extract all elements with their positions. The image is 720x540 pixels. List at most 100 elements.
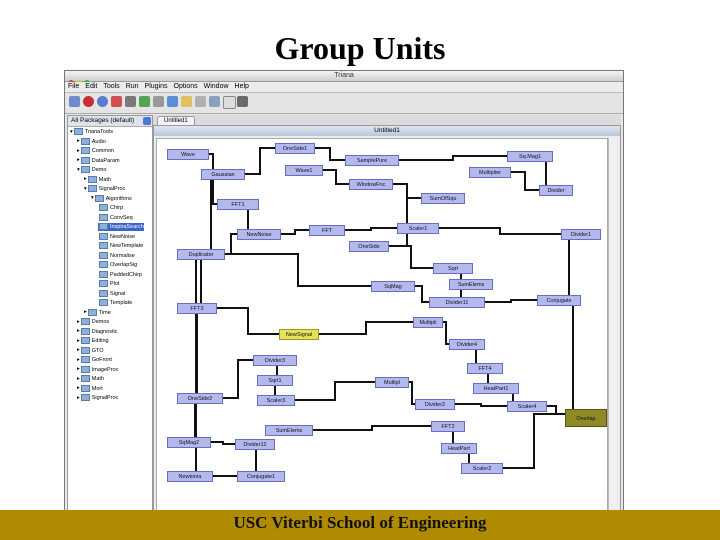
collapse-arrow-icon[interactable]: ▸ — [77, 376, 80, 382]
collapse-arrow-icon[interactable]: ▸ — [84, 176, 87, 182]
unit-oneside1[interactable]: OneSide1 — [275, 143, 315, 154]
paste-icon[interactable] — [181, 96, 192, 107]
collapse-arrow-icon[interactable]: ▸ — [77, 385, 80, 391]
tree-item[interactable]: ▸ Mort — [77, 384, 103, 393]
unit-heatpart1[interactable]: HeatPart1 — [473, 383, 519, 394]
tab-untitled1[interactable]: Untitled1 — [157, 116, 195, 125]
tree-item[interactable]: ▸ Diagnostic — [77, 327, 117, 336]
menu-help[interactable]: Help — [232, 82, 252, 92]
unit-sqrt[interactable]: Sqrt — [433, 263, 473, 274]
connection-wire[interactable] — [547, 405, 565, 415]
unit-conjugate[interactable]: Conjugate — [537, 295, 581, 306]
collapse-arrow-icon[interactable]: ▸ — [77, 319, 80, 325]
connection-wire[interactable] — [485, 299, 537, 303]
connection-wire[interactable] — [225, 233, 237, 255]
menu-window[interactable]: Window — [201, 82, 232, 92]
collapse-arrow-icon[interactable]: ▸ — [77, 357, 80, 363]
tree-item[interactable]: ▸ Demos — [77, 318, 109, 326]
unit-newtonia[interactable]: Newtonia — [167, 471, 213, 482]
zoom-icon[interactable] — [223, 96, 236, 109]
connection-wire[interactable] — [349, 197, 465, 247]
unit-windowfnc[interactable]: WindowFnc — [349, 179, 393, 190]
connection-wire[interactable] — [455, 403, 507, 407]
workflow-canvas[interactable]: Wave Gaussian FFT1 OneSide1 Wave1 SamplePure W… — [156, 138, 608, 512]
tree-item[interactable]: ▸ Common — [77, 147, 114, 155]
unit-wave[interactable]: Wave — [167, 149, 209, 160]
help-icon[interactable] — [237, 96, 248, 107]
unit-newsignal[interactable]: NewSignal — [279, 329, 319, 340]
unit-samplepure[interactable]: SamplePure — [345, 155, 399, 166]
collapse-arrow-icon[interactable]: ▸ — [77, 138, 80, 144]
connection-wire[interactable] — [389, 245, 433, 269]
connection-wire[interactable] — [399, 155, 507, 161]
connection-wire[interactable] — [313, 425, 431, 431]
connection-wire[interactable] — [439, 227, 561, 235]
tree-item[interactable]: NewTemplate — [98, 242, 143, 250]
connection-wire[interactable] — [245, 147, 275, 175]
unit-multiplier[interactable]: Multiplier — [469, 167, 511, 178]
package-selector[interactable]: All Packages (default) — [68, 116, 152, 127]
unit-fft3[interactable]: FFT3 — [177, 303, 217, 314]
unit-duplicator[interactable]: Duplicator — [177, 249, 225, 260]
menu-edit[interactable]: Edit — [82, 82, 100, 92]
connection-wire[interactable] — [281, 229, 309, 235]
tree-item[interactable]: ▸ ImageProc — [77, 365, 118, 374]
unit-divider[interactable]: Divider — [539, 185, 573, 196]
unit-scaler1[interactable]: Scaler1 — [397, 223, 439, 234]
tree-item[interactable]: ▾ Demo — [77, 166, 106, 174]
unit-fft2[interactable]: FFT2 — [431, 421, 465, 432]
unit-fft1[interactable]: FFT1 — [217, 199, 259, 210]
connection-wire[interactable] — [511, 171, 539, 191]
menu-run[interactable]: Run — [123, 82, 142, 92]
unit-multipli[interactable]: Multipli — [413, 317, 443, 328]
unit-fft[interactable]: FFT — [309, 225, 345, 236]
unit-multipl[interactable]: Multipl — [375, 377, 409, 388]
unit-sumofsqu[interactable]: SumOfSqu — [421, 193, 465, 204]
expand-arrow-icon[interactable]: ▾ — [77, 167, 80, 173]
unit-sqmag2[interactable]: SqMag2 — [167, 437, 211, 448]
cut-icon[interactable] — [153, 96, 164, 107]
connection-wire[interactable] — [223, 359, 253, 399]
unit-oneside2[interactable]: OneSide2 — [177, 393, 223, 404]
expand-arrow-icon[interactable]: ▾ — [84, 186, 87, 192]
unit-divider3[interactable]: Divider3 — [253, 355, 297, 366]
new-icon[interactable] — [69, 96, 80, 107]
collapse-arrow-icon[interactable]: ▸ — [77, 148, 80, 154]
tree-item[interactable]: ▸ Editing — [77, 337, 109, 345]
connection-wire[interactable] — [319, 321, 413, 335]
collapse-arrow-icon[interactable]: ▸ — [77, 347, 80, 353]
connection-wire[interactable] — [415, 285, 429, 303]
connection-wire[interactable] — [537, 233, 601, 301]
connection-wire[interactable] — [217, 307, 279, 335]
unit-sq-mag1[interactable]: Sq.Mag1 — [507, 151, 553, 162]
collapse-arrow-icon[interactable]: ▸ — [77, 366, 80, 372]
tree-item[interactable]: InspiraSearch — [98, 223, 144, 231]
tree-item[interactable]: ▾ TrianaTools — [70, 128, 113, 136]
tree-item[interactable]: ▸ Audio — [77, 137, 106, 146]
copy-icon[interactable] — [167, 96, 178, 107]
tree-item[interactable]: ▸ Math — [77, 375, 104, 383]
unit-scaler4[interactable]: Scaler4 — [507, 401, 547, 412]
expand-arrow-icon[interactable]: ▾ — [70, 129, 73, 135]
tree-item[interactable]: ▸ Math — [84, 175, 111, 184]
collapse-arrow-icon[interactable]: ▸ — [77, 328, 80, 334]
unit-wave1[interactable]: Wave1 — [285, 165, 323, 176]
unit-divider2[interactable]: Divider2 — [415, 399, 455, 410]
tree-item[interactable]: ▸ DataParam — [77, 156, 120, 165]
unit-divider12[interactable]: Divider12 — [235, 439, 275, 450]
tree-item[interactable]: OverlapSig — [98, 261, 137, 269]
expand-arrow-icon[interactable]: ▾ — [91, 195, 94, 201]
menu-plugins[interactable]: Plugins — [142, 82, 171, 92]
tree-item[interactable]: ▾ Algorithms — [91, 194, 132, 203]
print-icon[interactable] — [209, 96, 220, 107]
unit-heatpart[interactable]: HeatPart — [441, 443, 477, 454]
unit-scaler2[interactable]: Scaler2 — [461, 463, 503, 474]
tree-item[interactable]: ▸ Time — [84, 308, 111, 317]
tree-item[interactable]: Template — [98, 299, 132, 307]
unit-sumelems[interactable]: SumElems — [265, 425, 313, 436]
unit-gaussian[interactable]: Gaussian — [201, 169, 245, 180]
unit-newnoise[interactable]: NewNoise — [237, 229, 281, 240]
tree-item[interactable]: Signal — [98, 289, 125, 298]
tree-item[interactable]: Chirp — [98, 204, 123, 212]
connection-wire[interactable] — [295, 381, 375, 401]
